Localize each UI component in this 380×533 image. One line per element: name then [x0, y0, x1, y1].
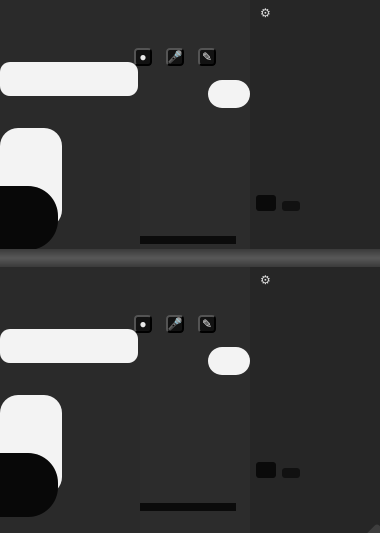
middle-line-1	[140, 150, 250, 168]
drag-handle[interactable]	[364, 523, 380, 533]
panel-bottom: ● 🎤 ✎ ⚙	[0, 267, 380, 533]
divider	[0, 249, 380, 267]
right-bottom-controls	[256, 462, 376, 502]
nav-item-1[interactable]	[12, 292, 20, 296]
nav-top	[12, 10, 132, 44]
middle-pane-top: ● 🎤 ✎	[134, 0, 250, 266]
settings-icon[interactable]: ⚙	[260, 6, 271, 20]
record-button[interactable]: ●	[134, 48, 152, 66]
right-item-3[interactable]	[258, 150, 374, 168]
toggle[interactable]	[208, 347, 250, 375]
mic-icon: 🎤	[167, 50, 183, 64]
selected-item[interactable]	[0, 329, 138, 363]
dark-control-1[interactable]	[256, 462, 276, 478]
right-pane-top: ⚙	[250, 0, 380, 266]
middle-line-2	[140, 184, 250, 202]
thumbnail-shadow	[0, 186, 58, 250]
panel-top: ● 🎤 ✎ ⚙	[0, 0, 380, 266]
mic-icon: 🎤	[167, 317, 183, 331]
screen: ● 🎤 ✎ ⚙ ● 🎤 ✎ ⚙	[0, 0, 380, 533]
left-pane-top	[0, 0, 140, 266]
right-bottom-controls	[256, 195, 376, 235]
middle-footer-bar	[140, 503, 236, 511]
right-item-1[interactable]	[258, 58, 374, 76]
edit-button[interactable]: ✎	[198, 315, 216, 333]
record-icon: ●	[139, 50, 147, 64]
middle-toolbar: ● 🎤 ✎	[134, 42, 250, 72]
nav-item-2[interactable]	[38, 25, 46, 29]
middle-title	[140, 271, 250, 291]
toggle[interactable]	[208, 80, 250, 108]
right-item-2[interactable]	[258, 371, 374, 389]
middle-toolbar: ● 🎤 ✎	[134, 309, 250, 339]
edit-icon: ✎	[201, 50, 213, 64]
middle-lines	[140, 150, 250, 218]
middle-footer-bar	[140, 236, 236, 244]
thumbnail-shadow	[0, 453, 58, 517]
right-item-2[interactable]	[258, 104, 374, 122]
edit-icon: ✎	[201, 317, 213, 331]
dark-control-2[interactable]	[282, 468, 300, 478]
settings-icon[interactable]: ⚙	[260, 273, 271, 287]
edit-button[interactable]: ✎	[198, 48, 216, 66]
right-item-1[interactable]	[258, 325, 374, 343]
middle-line-2	[140, 451, 250, 469]
record-button[interactable]: ●	[134, 315, 152, 333]
middle-title	[140, 4, 250, 24]
left-pane-bottom	[0, 267, 140, 533]
nav-bottom	[12, 277, 132, 311]
middle-pane-bottom: ● 🎤 ✎	[134, 267, 250, 533]
nav-item-2[interactable]	[38, 292, 46, 296]
mic-button[interactable]: 🎤	[166, 315, 184, 333]
right-pane-bottom: ⚙	[250, 267, 380, 533]
selected-item[interactable]	[0, 62, 138, 96]
dark-control-2[interactable]	[282, 201, 300, 211]
right-item-3[interactable]	[258, 417, 374, 435]
right-list-bottom	[258, 325, 374, 463]
nav-item-1[interactable]	[12, 25, 20, 29]
middle-lines	[140, 417, 250, 485]
dark-control-1[interactable]	[256, 195, 276, 211]
middle-line-1	[140, 417, 250, 435]
mic-button[interactable]: 🎤	[166, 48, 184, 66]
record-icon: ●	[139, 317, 147, 331]
right-list-top	[258, 58, 374, 196]
